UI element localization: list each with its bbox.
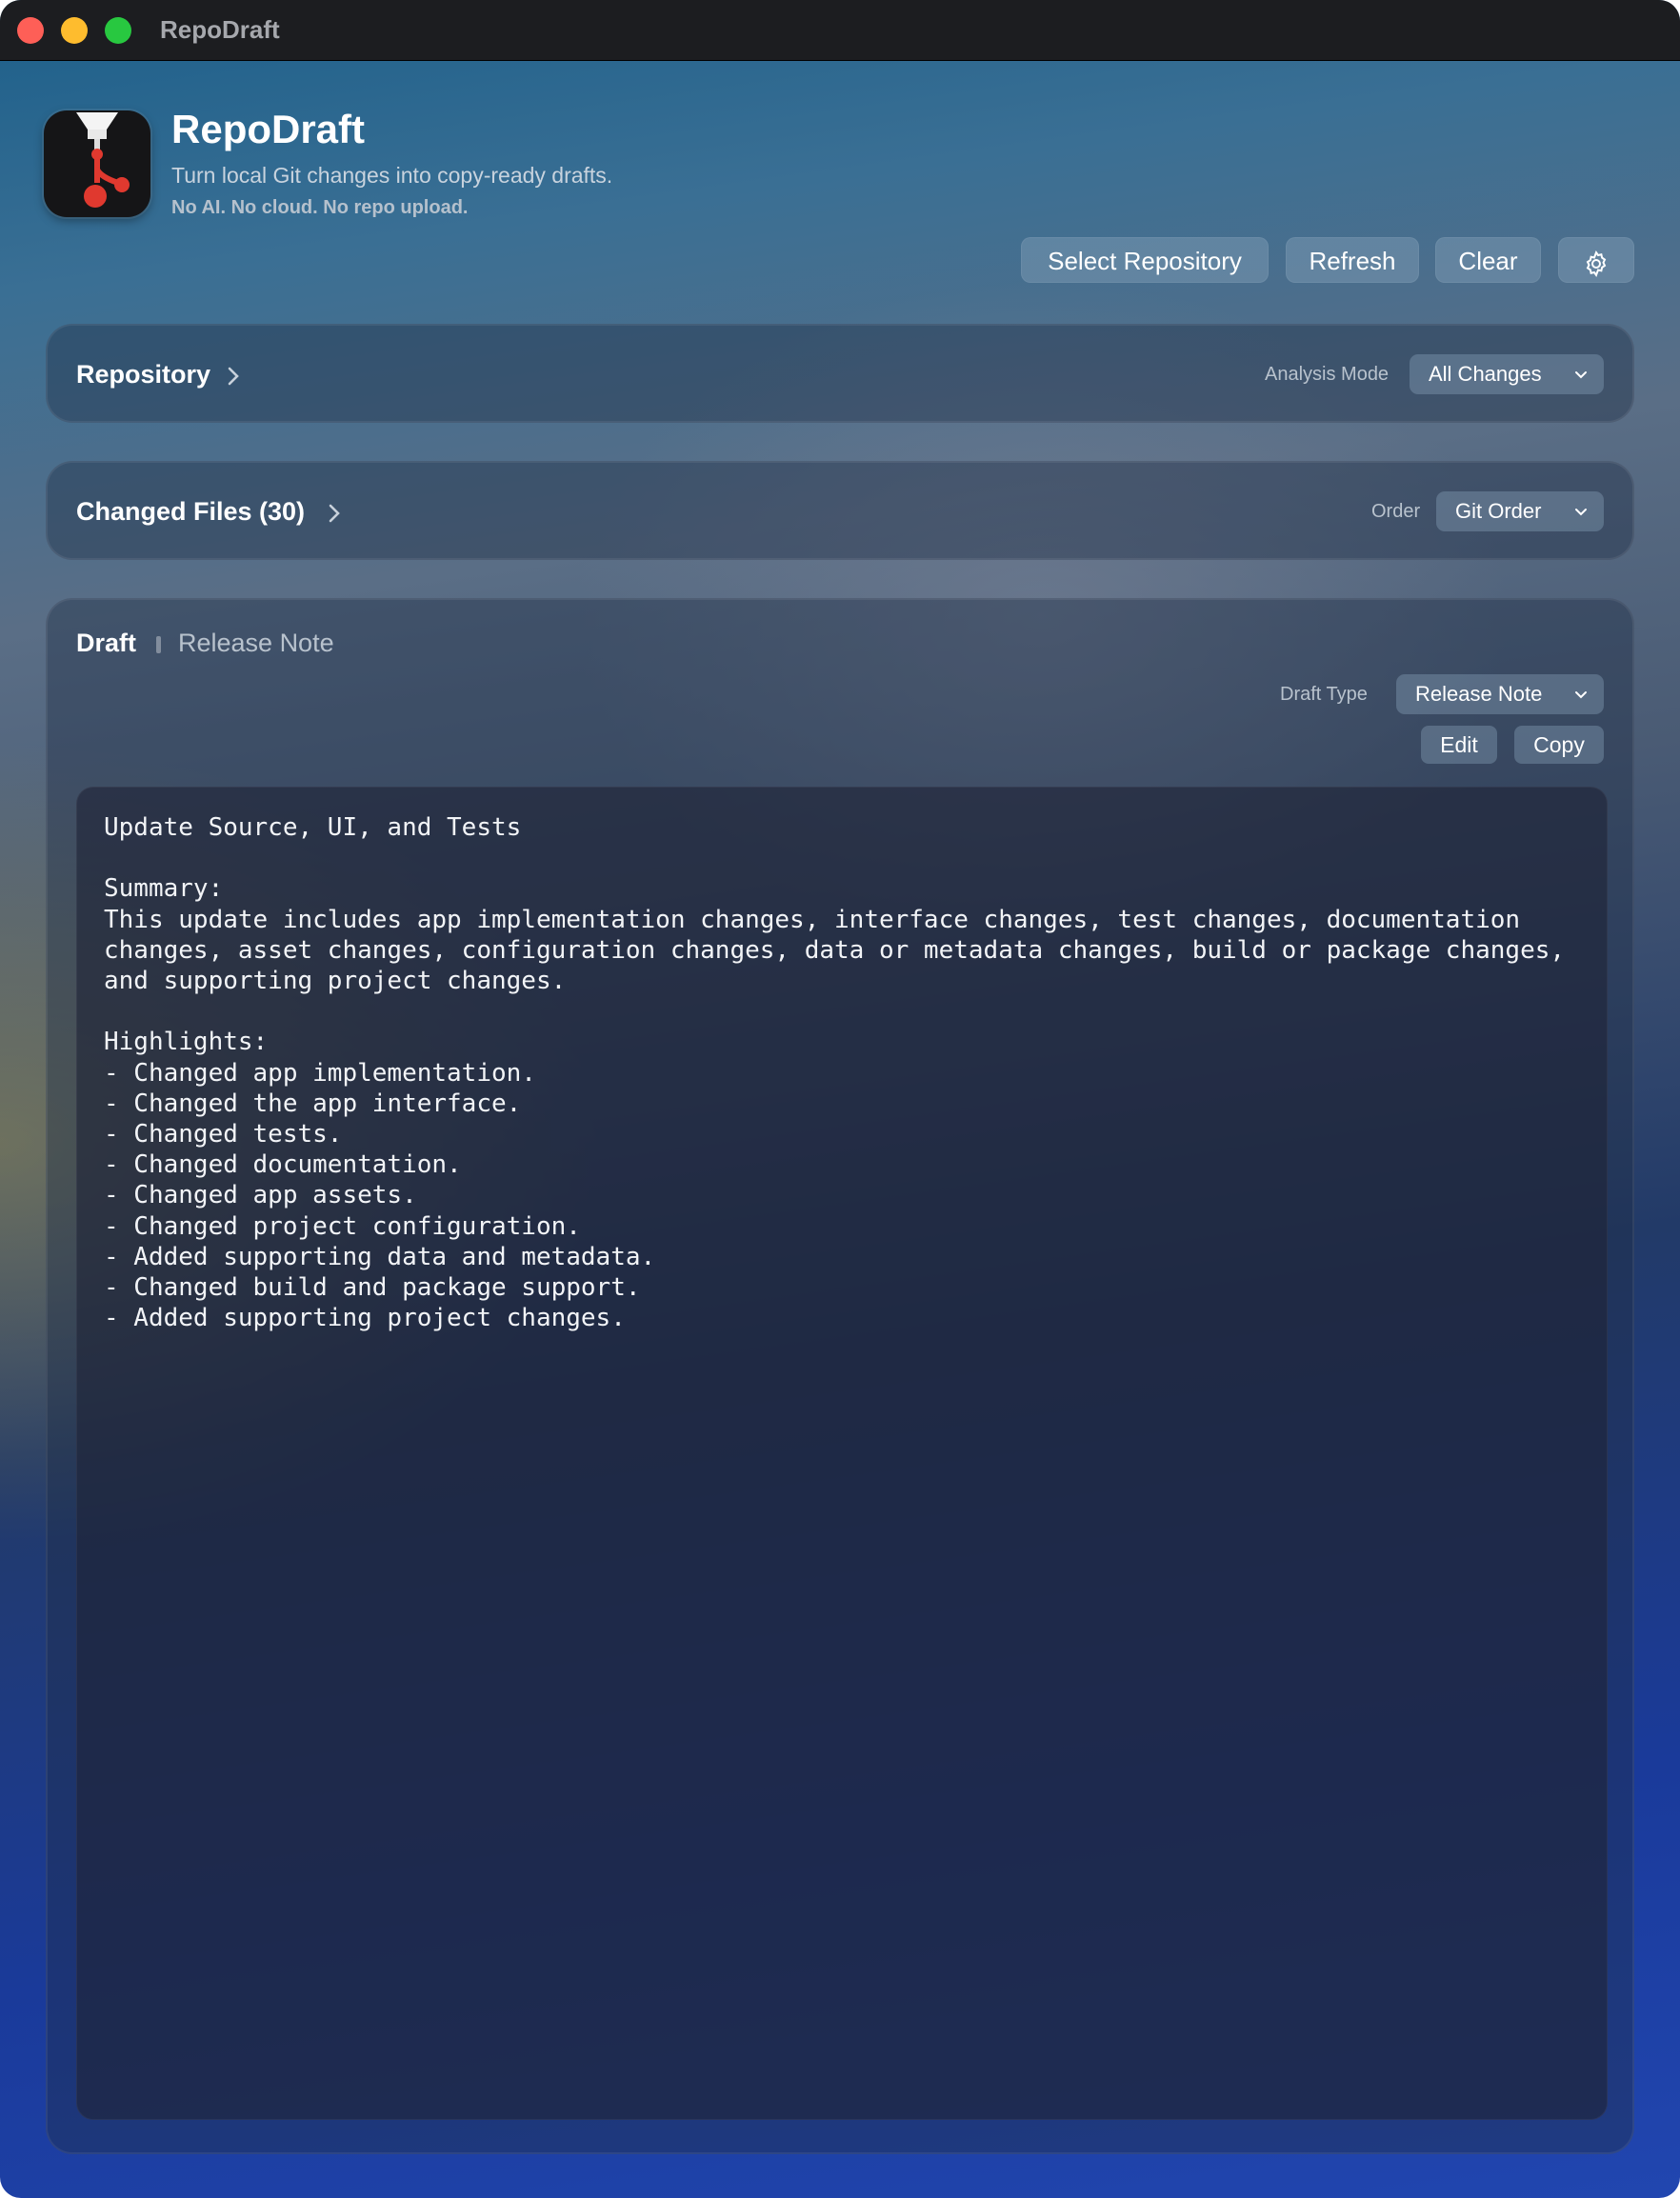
chevron-down-icon <box>1575 371 1587 379</box>
close-window-button[interactable] <box>17 17 44 44</box>
draft-subtitle: Release Note <box>178 629 334 657</box>
draft-editor[interactable]: Update Source, UI, and Tests Summary: Th… <box>76 787 1608 2120</box>
repository-panel: Repository Analysis Mode All Changes <box>46 324 1634 423</box>
draft-text[interactable]: Update Source, UI, and Tests Summary: Th… <box>104 812 1580 1333</box>
draft-panel: Draft Release Note Draft Type Release No… <box>46 598 1634 2154</box>
app-window: RepoDraft RepoDraft Turn local Git chang… <box>0 0 1680 2198</box>
draft-title: Draft <box>76 629 137 657</box>
order-select[interactable]: Git Order <box>1436 491 1604 531</box>
changed-files-title[interactable]: Changed Files (30) <box>76 497 305 527</box>
zoom-window-button[interactable] <box>105 17 131 44</box>
refresh-button[interactable]: Refresh <box>1286 237 1419 283</box>
title-separator <box>156 636 161 653</box>
chevron-down-icon <box>1575 509 1587 516</box>
draft-type-select[interactable]: Release Note <box>1396 674 1604 714</box>
changed-files-panel: Changed Files (30) Order Git Order <box>46 461 1634 560</box>
chevron-down-icon <box>1575 691 1587 699</box>
repository-title[interactable]: Repository <box>76 360 210 390</box>
gear-icon <box>1582 247 1610 278</box>
app-logo-icon <box>44 110 150 217</box>
draft-type-label: Draft Type <box>1280 684 1368 705</box>
draft-type-value: Release Note <box>1415 682 1543 706</box>
settings-button[interactable] <box>1558 237 1634 283</box>
chevron-right-icon[interactable] <box>223 366 244 387</box>
copy-button[interactable]: Copy <box>1514 726 1604 764</box>
select-repository-button[interactable]: Select Repository <box>1021 237 1269 283</box>
title-bar: RepoDraft <box>0 0 1680 61</box>
edit-button[interactable]: Edit <box>1421 726 1497 764</box>
clear-button[interactable]: Clear <box>1435 237 1541 283</box>
analysis-mode-label: Analysis Mode <box>1265 364 1390 385</box>
app-privacy-note: No AI. No cloud. No repo upload. <box>171 197 469 218</box>
chevron-right-icon[interactable] <box>324 503 345 524</box>
order-label: Order <box>1371 501 1421 522</box>
window-title: RepoDraft <box>160 15 280 44</box>
app-name: RepoDraft <box>171 107 366 151</box>
analysis-mode-value: All Changes <box>1429 362 1542 386</box>
app-tagline: Turn local Git changes into copy-ready d… <box>171 163 613 188</box>
minimize-window-button[interactable] <box>61 17 88 44</box>
analysis-mode-select[interactable]: All Changes <box>1410 354 1604 394</box>
order-value: Git Order <box>1455 499 1542 523</box>
